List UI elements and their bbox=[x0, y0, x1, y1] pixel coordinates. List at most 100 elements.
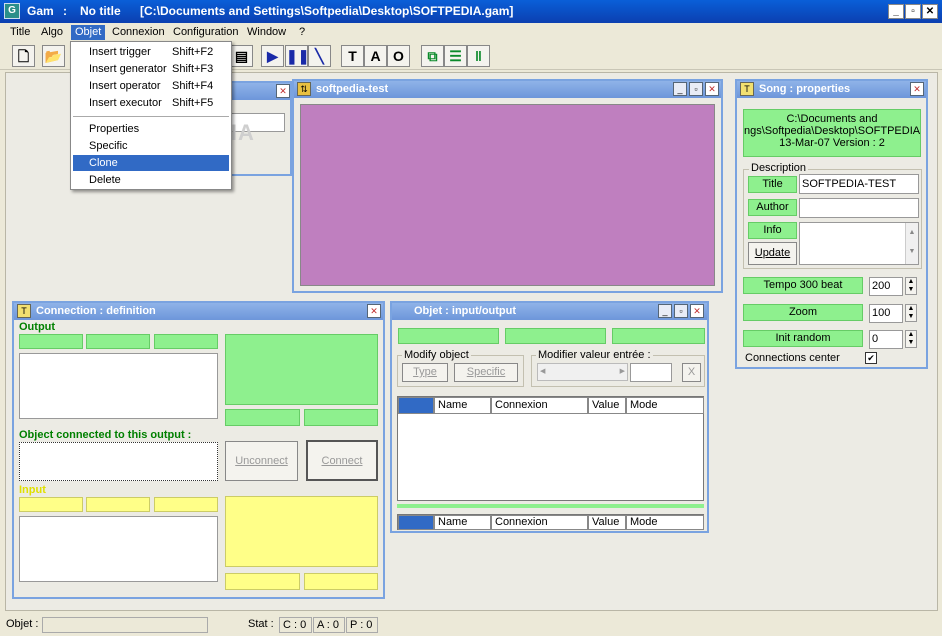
menu-help[interactable]: ? bbox=[295, 25, 309, 40]
new-file-icon[interactable]: 🗋 bbox=[12, 45, 35, 67]
input-field-3 bbox=[154, 497, 218, 512]
cascade-icon[interactable]: ⧉ bbox=[421, 45, 444, 67]
menu-insert-generator[interactable]: Insert generator Shift+F3 bbox=[73, 61, 229, 77]
random-field[interactable]: 0 bbox=[869, 330, 903, 349]
menu-insert-trigger[interactable]: Insert trigger Shift+F2 bbox=[73, 44, 229, 60]
outputs-col-name[interactable]: Name bbox=[434, 515, 491, 530]
connection-definition-window[interactable]: Connection : definition T ✕ Output Objec… bbox=[12, 301, 385, 599]
value-slider[interactable]: ◀ ▶ bbox=[537, 363, 628, 381]
open-folder-icon[interactable]: 📂 bbox=[42, 45, 65, 67]
connect-button[interactable]: Connect bbox=[306, 440, 378, 481]
window-icon: ⇅ bbox=[297, 82, 311, 96]
title-field[interactable]: SOFTPEDIA-TEST bbox=[799, 174, 919, 194]
io-close-icon[interactable]: ✕ bbox=[690, 304, 704, 318]
zoom-spinner[interactable]: ▲ ▼ bbox=[905, 304, 917, 322]
window-close-icon[interactable]: ✕ bbox=[705, 82, 719, 96]
song-title-bar[interactable]: Song : properties bbox=[737, 81, 926, 98]
type-button[interactable]: Type bbox=[402, 363, 448, 382]
outputs-table-corner bbox=[398, 515, 434, 530]
inputs-col-name[interactable]: Name bbox=[434, 397, 491, 414]
app-icon: G bbox=[4, 3, 20, 19]
app-name: Gam bbox=[27, 4, 54, 18]
background-window-close-icon[interactable]: ✕ bbox=[276, 84, 290, 98]
document-name: No title bbox=[80, 4, 121, 18]
unconnect-button[interactable]: Unconnect bbox=[225, 441, 298, 481]
author-field[interactable] bbox=[799, 198, 919, 218]
minimize-icon[interactable]: _ bbox=[888, 4, 904, 19]
connection-title-bar[interactable]: Connection : definition bbox=[14, 303, 383, 320]
connections-center-checkbox[interactable]: ✔ bbox=[865, 352, 877, 364]
tool-a-button[interactable]: A bbox=[364, 45, 387, 67]
menu-clone[interactable]: Clone bbox=[73, 155, 229, 171]
status-bar: Objet : Stat : C : 0 A : 0 P : 0 bbox=[0, 614, 942, 636]
info-field[interactable]: ▲ ▼ bbox=[799, 222, 919, 265]
tool-o-button[interactable]: O bbox=[387, 45, 410, 67]
tempo-field[interactable]: 200 bbox=[869, 277, 903, 296]
zoom-field[interactable]: 100 bbox=[869, 304, 903, 323]
step-icon[interactable]: ╲ bbox=[308, 45, 331, 67]
modifier-label: Modifier valeur entrée : bbox=[536, 349, 653, 361]
value-input[interactable] bbox=[630, 363, 672, 382]
outputs-col-mode[interactable]: Mode bbox=[626, 515, 704, 530]
pause-icon[interactable]: ❚❚ bbox=[285, 45, 309, 67]
clear-value-button[interactable]: X bbox=[682, 363, 701, 382]
splitter-bar[interactable] bbox=[397, 504, 704, 508]
info-scrollbar[interactable]: ▲ ▼ bbox=[905, 223, 918, 264]
tempo-spinner[interactable]: ▲ ▼ bbox=[905, 277, 917, 295]
menu-bar: Title Algo Objet Connexion Configuration… bbox=[0, 23, 942, 41]
song-properties-window[interactable]: Song : properties T ✕ C:\Documents and n… bbox=[735, 79, 928, 369]
maximize-icon[interactable]: ▫ bbox=[905, 4, 921, 19]
inputs-col-mode[interactable]: Mode bbox=[626, 397, 704, 414]
menu-specific[interactable]: Specific bbox=[73, 138, 229, 154]
main-title-bar[interactable]: G Gam : No title [C:\Documents and Setti… bbox=[0, 0, 942, 23]
input-list[interactable] bbox=[19, 516, 218, 582]
slider-right-icon[interactable]: ▶ bbox=[620, 367, 625, 375]
io-title: Objet : input/output bbox=[414, 305, 517, 317]
play-icon[interactable]: ▶ bbox=[261, 45, 284, 67]
slider-left-icon[interactable]: ◀ bbox=[540, 367, 545, 375]
tool-trigger-button[interactable]: T bbox=[341, 45, 364, 67]
softpedia-test-window[interactable]: softpedia-test ⇅ _ ▫ ✕ bbox=[292, 79, 723, 293]
io-field-2 bbox=[505, 328, 606, 344]
inputs-table[interactable]: Name Connexion Value Mode bbox=[397, 396, 704, 501]
window-maximize-icon[interactable]: ▫ bbox=[689, 82, 703, 96]
menu-window[interactable]: Window bbox=[243, 25, 290, 40]
update-button[interactable]: Update bbox=[748, 242, 797, 265]
softpedia-test-title-bar[interactable]: softpedia-test bbox=[294, 81, 721, 98]
status-stat-label: Stat : bbox=[248, 618, 274, 630]
song-path-line1: C:\Documents and bbox=[786, 113, 878, 125]
close-icon[interactable]: ✕ bbox=[922, 4, 938, 19]
tile-vertical-icon[interactable]: ‖ bbox=[467, 45, 490, 67]
output-list[interactable] bbox=[19, 353, 218, 419]
status-a-count: A : 0 bbox=[313, 617, 345, 633]
menu-algo[interactable]: Algo bbox=[37, 25, 67, 40]
menu-title[interactable]: Title bbox=[6, 25, 34, 40]
menu-configuration[interactable]: Configuration bbox=[169, 25, 242, 40]
menu-delete[interactable]: Delete bbox=[73, 172, 229, 188]
outputs-col-connexion[interactable]: Connexion bbox=[491, 515, 588, 530]
outputs-table[interactable]: Name Connexion Value Mode bbox=[397, 514, 704, 530]
window-minimize-icon[interactable]: _ bbox=[673, 82, 687, 96]
inputs-col-connexion[interactable]: Connexion bbox=[491, 397, 588, 414]
info-label: Info bbox=[748, 222, 797, 239]
menu-insert-operator[interactable]: Insert operator Shift+F4 bbox=[73, 78, 229, 94]
io-maximize-icon[interactable]: ▫ bbox=[674, 304, 688, 318]
io-minimize-icon[interactable]: _ bbox=[658, 304, 672, 318]
connection-close-icon[interactable]: ✕ bbox=[367, 304, 381, 318]
menu-connexion[interactable]: Connexion bbox=[108, 25, 169, 40]
menu-properties[interactable]: Properties bbox=[73, 121, 229, 137]
menu-objet[interactable]: Objet bbox=[71, 25, 106, 40]
specific-button[interactable]: Specific bbox=[454, 363, 518, 382]
inputs-col-value[interactable]: Value bbox=[588, 397, 626, 414]
input-label: Input bbox=[19, 484, 46, 496]
connected-objects-list[interactable] bbox=[19, 442, 218, 481]
algorithm-canvas[interactable] bbox=[300, 104, 715, 286]
outputs-col-value[interactable]: Value bbox=[588, 515, 626, 530]
song-close-icon[interactable]: ✕ bbox=[910, 82, 924, 96]
menu-separator bbox=[73, 116, 229, 117]
tile-horizontal-icon[interactable]: ☰ bbox=[444, 45, 467, 67]
random-spinner[interactable]: ▲ ▼ bbox=[905, 330, 917, 348]
properties-icon[interactable]: ▤ bbox=[230, 45, 253, 67]
objet-io-window[interactable]: Objet : input/output _ ▫ ✕ Modify object… bbox=[390, 301, 709, 533]
menu-insert-executor[interactable]: Insert executor Shift+F5 bbox=[73, 95, 229, 111]
